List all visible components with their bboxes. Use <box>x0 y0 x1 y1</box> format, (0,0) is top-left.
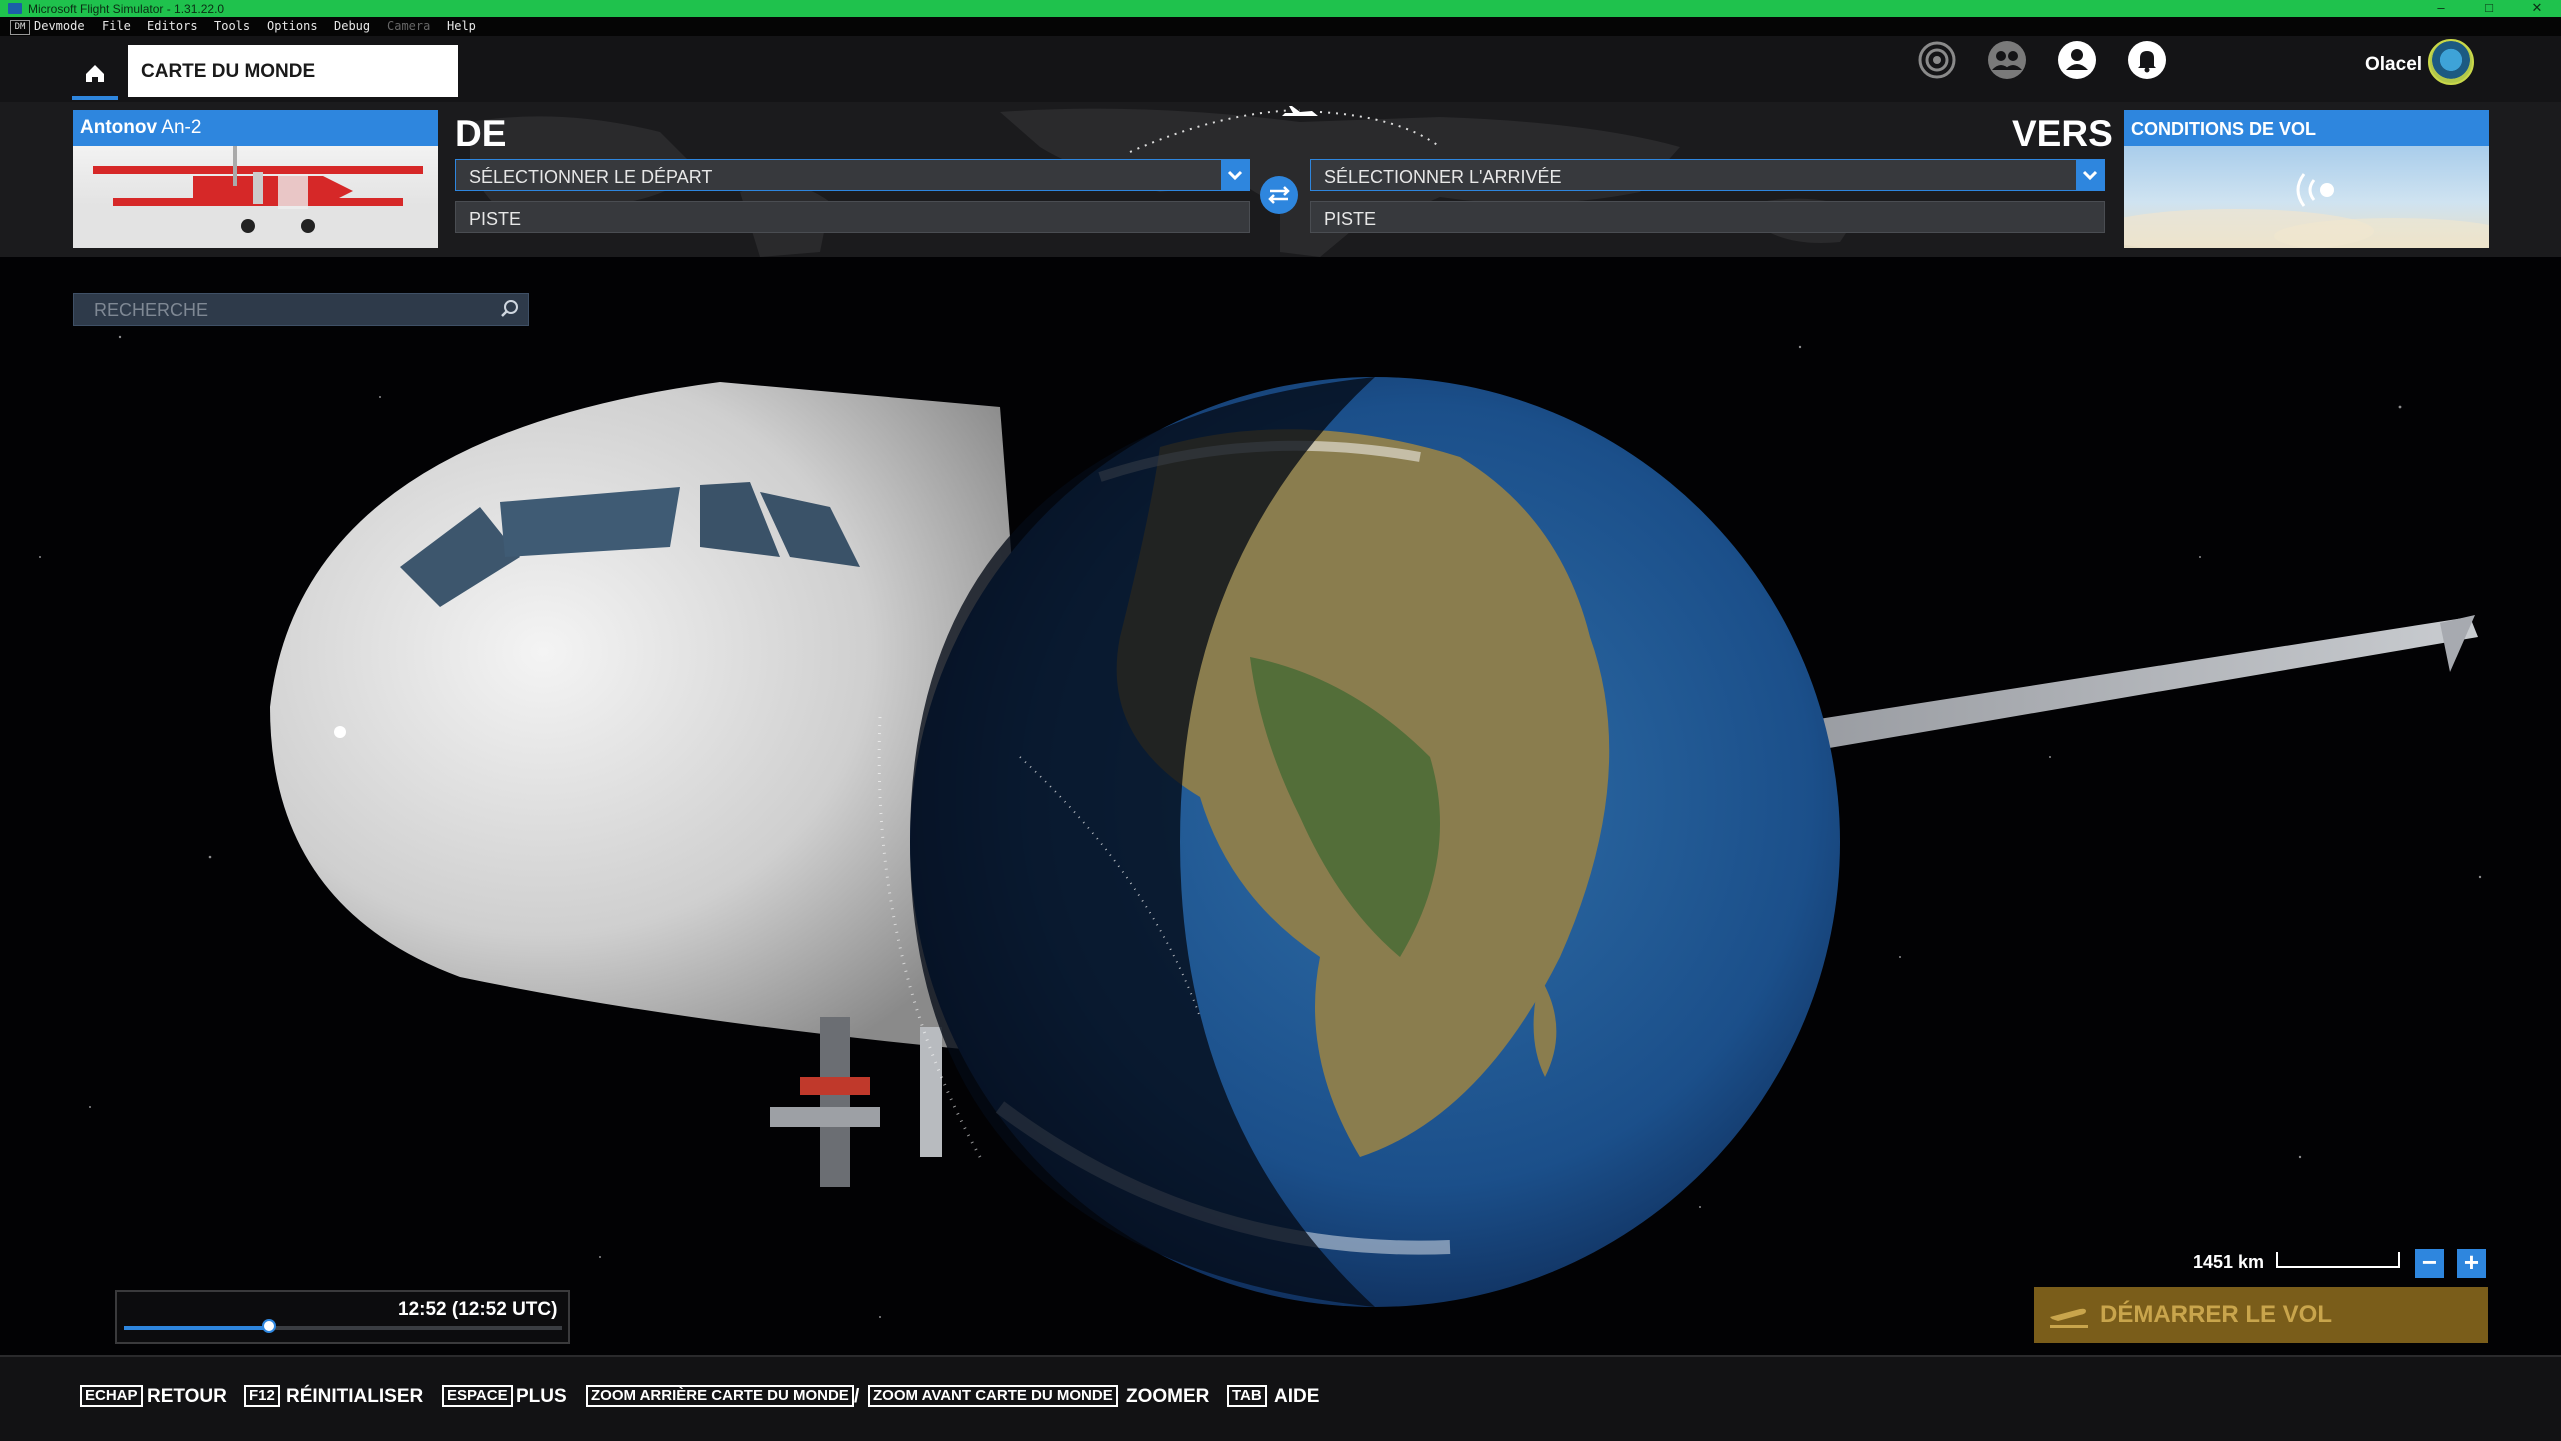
tab-world-map-label: CARTE DU MONDE <box>141 61 316 82</box>
arrival-select-value: SÉLECTIONNER L'ARRIVÉE <box>1324 167 1562 187</box>
departure-runway-value: PISTE <box>469 209 522 229</box>
time-slider-fill <box>124 1326 269 1330</box>
from-label: DE <box>455 113 507 154</box>
to-label: VERS <box>2012 113 2113 154</box>
aircraft-name: Antonov An-2 <box>80 117 201 139</box>
chevron-down-icon[interactable] <box>1221 160 1249 190</box>
key-tab[interactable]: TAB <box>1227 1385 1267 1407</box>
menu-help[interactable]: Help <box>447 19 476 33</box>
world-map-3d-view[interactable] <box>0 257 2561 1355</box>
avatar[interactable] <box>2428 39 2474 85</box>
zoom-out-label: − <box>2421 1247 2438 1277</box>
menu-debug[interactable]: Debug <box>334 19 370 33</box>
devmode-icon: DM <box>10 20 30 35</box>
hint-reset[interactable]: RÉINITIALISER <box>286 1386 423 1408</box>
home-icon[interactable] <box>72 50 118 98</box>
flight-conditions-card[interactable]: CONDITIONS DE VOL <box>2094 110 2514 254</box>
aircraft-image <box>73 146 438 248</box>
menu-file[interactable]: File <box>102 19 131 33</box>
flight-conditions-label: CONDITIONS DE VOL <box>2131 119 2317 139</box>
tab-world-map[interactable]: CARTE DU MONDE <box>128 45 458 97</box>
hint-separator: / <box>854 1386 860 1407</box>
menu-devmode[interactable]: Devmode <box>34 19 85 33</box>
menu-tools[interactable]: Tools <box>214 19 250 33</box>
hint-more[interactable]: PLUS <box>516 1386 567 1408</box>
key-f12[interactable]: F12 <box>244 1385 280 1407</box>
home-tab-indicator <box>72 96 118 100</box>
window-title-bar: Microsoft Flight Simulator - 1.31.22.0 –… <box>0 0 2561 17</box>
dev-menu-bar: DM Devmode File Editors Tools Options De… <box>0 17 2561 36</box>
hint-zoom[interactable]: ZOOMER <box>1126 1386 1209 1408</box>
window-title: Microsoft Flight Simulator - 1.31.22.0 <box>28 2 225 16</box>
scene-render <box>39 335 2482 1318</box>
time-slider-handle[interactable] <box>261 1319 276 1333</box>
minimize-icon[interactable]: – <box>2418 0 2464 17</box>
key-space[interactable]: ESPACE <box>442 1385 513 1407</box>
start-flight-button[interactable]: DÉMARRER LE VOL <box>2034 1287 2488 1343</box>
aircraft-model: An-2 <box>161 117 202 138</box>
zoom-out-button[interactable]: − <box>2415 1249 2444 1278</box>
arrival-select[interactable]: SÉLECTIONNER L'ARRIVÉE <box>1310 159 2105 191</box>
zoom-in-button[interactable]: + <box>2457 1249 2486 1278</box>
departure-select[interactable]: SÉLECTIONNER LE DÉPART <box>455 159 1250 191</box>
profile-icon[interactable] <box>2056 39 2098 81</box>
zoom-in-label: + <box>2463 1247 2480 1277</box>
aircraft-card[interactable]: Antonov An-2 <box>73 110 438 248</box>
arrival-runway-value: PISTE <box>1324 209 1377 229</box>
username[interactable]: Olacel <box>2365 54 2422 76</box>
arrival-runway-select[interactable]: PISTE <box>1310 201 2105 233</box>
search-icon[interactable] <box>497 296 523 322</box>
hint-back[interactable]: RETOUR <box>147 1386 227 1408</box>
map-scale-label: 1451 km <box>2193 1252 2265 1272</box>
start-flight-label: DÉMARRER LE VOL <box>2100 1301 2333 1328</box>
key-zoom-out-world-map[interactable]: ZOOM ARRIÈRE CARTE DU MONDE <box>586 1385 854 1407</box>
time-of-day-label: 12:52 (12:52 UTC) <box>398 1299 558 1320</box>
aircraft-brand: Antonov <box>80 117 158 138</box>
search-input[interactable]: RECHERCHE <box>73 293 529 326</box>
key-escape[interactable]: ECHAP <box>80 1385 143 1407</box>
notification-icon[interactable] <box>2126 39 2168 81</box>
weather-preview <box>2094 146 2514 254</box>
close-icon[interactable]: ✕ <box>2514 0 2560 17</box>
takeoff-icon <box>2046 1297 2092 1331</box>
chevron-down-icon[interactable] <box>2076 160 2104 190</box>
menu-options[interactable]: Options <box>267 19 318 33</box>
maximize-icon[interactable]: □ <box>2466 0 2512 17</box>
key-zoom-in-world-map[interactable]: ZOOM AVANT CARTE DU MONDE <box>868 1385 1118 1407</box>
menu-camera[interactable]: Camera <box>387 19 430 33</box>
map-scale-bar <box>2276 1252 2400 1268</box>
menu-editors[interactable]: Editors <box>147 19 198 33</box>
app-icon <box>8 3 22 14</box>
multiplayer-icon[interactable] <box>1986 39 2028 81</box>
swap-icon[interactable] <box>1260 176 1298 214</box>
search-placeholder: RECHERCHE <box>94 300 209 320</box>
hint-help[interactable]: AIDE <box>1274 1386 1319 1408</box>
departure-select-value: SÉLECTIONNER LE DÉPART <box>469 167 713 187</box>
departure-runway-select[interactable]: PISTE <box>455 201 1250 233</box>
target-icon[interactable] <box>1916 39 1958 81</box>
